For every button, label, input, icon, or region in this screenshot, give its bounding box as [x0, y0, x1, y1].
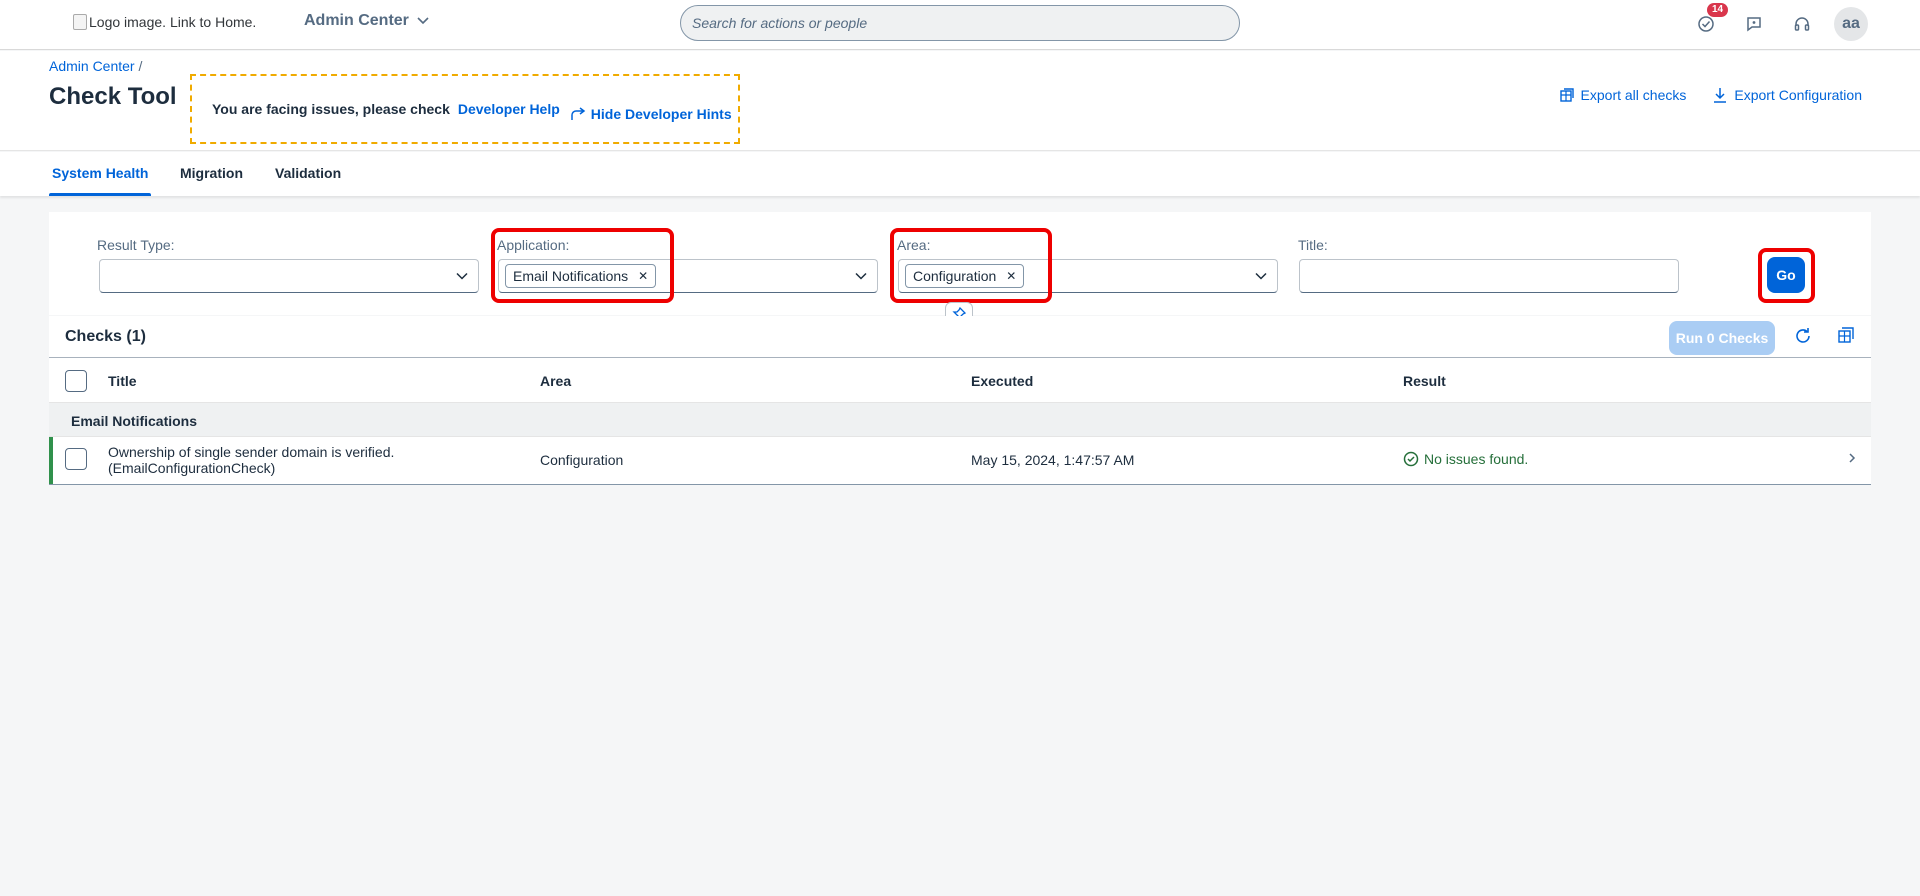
- table-row[interactable]: Ownership of single sender domain is ver…: [49, 437, 1871, 484]
- chevron-down-icon: [417, 17, 429, 25]
- row-result-text: No issues found.: [1424, 451, 1529, 467]
- export-table-icon[interactable]: [1837, 326, 1855, 344]
- export-all-checks-label: Export all checks: [1580, 87, 1687, 103]
- page-title: Check Tool: [49, 83, 177, 110]
- search-field[interactable]: [680, 5, 1240, 41]
- refresh-icon[interactable]: [1793, 326, 1813, 346]
- title-label: Title:: [1298, 237, 1328, 253]
- export-all-checks-button[interactable]: Export all checks: [1559, 87, 1687, 103]
- breadcrumb: Admin Center /: [49, 58, 142, 74]
- hide-hints-label: Hide Developer Hints: [590, 106, 732, 122]
- highlight-area: [890, 228, 1052, 303]
- tab-bar: System Health Migration Validation: [0, 152, 1920, 196]
- result-type-select[interactable]: [99, 259, 479, 293]
- row-title-line1: Ownership of single sender domain is ver…: [108, 444, 395, 460]
- column-area[interactable]: Area: [540, 373, 571, 389]
- row-title: Ownership of single sender domain is ver…: [108, 444, 394, 476]
- success-check-icon: [1403, 451, 1419, 467]
- column-executed[interactable]: Executed: [971, 373, 1033, 389]
- redo-arrow-icon: [570, 107, 586, 121]
- chevron-down-icon: [1255, 270, 1267, 282]
- group-title: Email Notifications: [71, 413, 198, 429]
- headset-icon: [1793, 15, 1811, 33]
- developer-help-link[interactable]: Developer Help: [458, 101, 560, 117]
- support-button[interactable]: [1786, 8, 1818, 40]
- row-title-line2: (EmailConfigurationCheck): [108, 460, 276, 476]
- breadcrumb-separator: /: [138, 58, 143, 74]
- export-configuration-label: Export Configuration: [1734, 87, 1862, 103]
- export-configuration-button[interactable]: Export Configuration: [1712, 87, 1862, 103]
- developer-hint-box: You are facing issues, please check Deve…: [190, 74, 740, 144]
- notifications-button[interactable]: 14: [1690, 3, 1729, 40]
- hide-developer-hints-link[interactable]: Hide Developer Hints: [570, 106, 732, 122]
- download-icon: [1712, 87, 1728, 103]
- breadcrumb-link[interactable]: Admin Center: [49, 58, 135, 74]
- hint-text: You are facing issues, please check: [212, 101, 450, 117]
- tab-system-health[interactable]: System Health: [52, 165, 148, 181]
- checks-table: Checks (1) Run 0 Checks Title Area Execu…: [49, 316, 1871, 485]
- task-check-icon: [1697, 15, 1715, 33]
- export-table-icon: [1559, 87, 1575, 103]
- title-input[interactable]: [1299, 259, 1679, 293]
- tab-validation[interactable]: Validation: [275, 165, 341, 181]
- chat-icon: [1745, 15, 1763, 33]
- highlight-application: [491, 228, 674, 303]
- product-switcher[interactable]: Admin Center: [304, 12, 429, 30]
- column-result[interactable]: Result: [1403, 373, 1446, 389]
- row-area: Configuration: [540, 452, 624, 468]
- column-title[interactable]: Title: [108, 373, 137, 389]
- chevron-down-icon: [855, 270, 867, 282]
- feedback-button[interactable]: [1738, 8, 1770, 40]
- row-executed: May 15, 2024, 1:47:57 AM: [971, 452, 1135, 468]
- search-input[interactable]: [692, 15, 1239, 31]
- select-all-checkbox[interactable]: [65, 370, 87, 392]
- row-checkbox[interactable]: [65, 448, 87, 470]
- table-column-header: Title Area Executed Result: [49, 359, 1871, 403]
- notification-badge: 14: [1707, 3, 1729, 17]
- filter-bar: Result Type: Application: Email Notifica…: [49, 212, 1871, 315]
- tab-migration[interactable]: Migration: [180, 165, 243, 181]
- run-checks-button[interactable]: Run 0 Checks: [1669, 321, 1775, 355]
- table-title: Checks (1): [65, 328, 146, 345]
- active-tab-indicator: [49, 193, 151, 196]
- logo-alt-text: Logo image. Link to Home.: [89, 14, 257, 30]
- chevron-right-icon[interactable]: [1848, 452, 1856, 464]
- row-result: No issues found.: [1403, 451, 1528, 467]
- broken-image-icon: [73, 14, 87, 30]
- highlight-go: [1758, 248, 1815, 303]
- table-toolbar: Checks (1) Run 0 Checks: [49, 316, 1871, 358]
- home-logo-link[interactable]: Logo image. Link to Home.: [73, 14, 256, 30]
- result-type-label: Result Type:: [97, 237, 175, 253]
- group-header-row: Email Notifications: [49, 403, 1871, 437]
- user-avatar[interactable]: aa: [1834, 7, 1868, 41]
- product-title: Admin Center: [304, 12, 409, 29]
- chevron-down-icon: [456, 270, 468, 282]
- shell-bar: Logo image. Link to Home. Admin Center 1…: [0, 0, 1920, 50]
- page-header: Admin Center / Check Tool You are facing…: [0, 51, 1920, 151]
